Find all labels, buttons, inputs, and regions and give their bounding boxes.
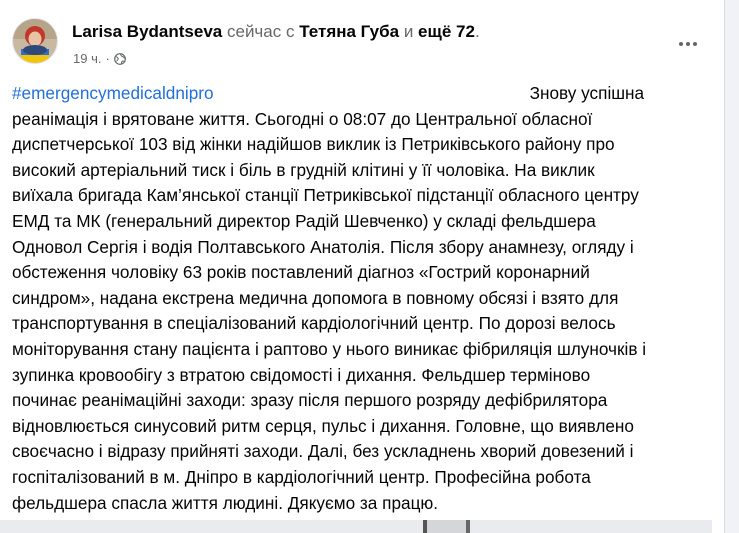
post-time[interactable]: 19 ч. — [73, 51, 101, 66]
post-media-preview[interactable] — [0, 520, 712, 533]
post-line: фельдшера спасла життя людині. Дякуємо з… — [12, 492, 439, 513]
author-avatar[interactable] — [12, 18, 58, 64]
tagged-others-label: ещё 72 — [418, 22, 475, 41]
more-options-icon — [679, 42, 683, 46]
post-line: реанімація і врятоване життя. Сьогодні о… — [12, 108, 593, 129]
post-line: Одновол Сергія і водія Полтавського Анат… — [12, 236, 634, 257]
hashtag-link[interactable]: #emergencymedicaldnipro — [12, 83, 214, 103]
tagged-person[interactable]: Тетяна Губа — [299, 22, 399, 41]
post-line: відновлюється синусовий ритм серця, пуль… — [12, 415, 634, 436]
meta-separator: · — [105, 51, 110, 66]
post-line: починає реанімаційні заходи: зразу після… — [12, 390, 608, 411]
media-detail — [427, 520, 467, 533]
post-line: диспетчерської 103 від жінки надійшов ви… — [12, 134, 615, 155]
post-line: транспортування в спеціалізований кардіо… — [12, 313, 616, 334]
author-name[interactable]: Larisa Bydantseva — [72, 22, 222, 41]
post-first-line: #emergencymedicaldnipro Знову успішна — [12, 81, 712, 107]
post-card: Larisa Bydantseva сейчас с Тетяна Губа и… — [0, 0, 725, 533]
media-detail — [466, 520, 470, 533]
post-line: ЕМД та МК (генеральний директор Радій Ше… — [12, 210, 596, 231]
avatar-image — [13, 19, 57, 63]
post-line: моніторування стану пацієнта і раптово у… — [12, 338, 647, 359]
header-period: . — [474, 22, 480, 41]
tagged-others-link[interactable]: ещё 72 — [418, 22, 475, 41]
status-text: сейчас с — [226, 22, 295, 41]
more-dot — [686, 42, 690, 46]
post-header: Larisa Bydantseva сейчас с Тетяна Губа и… — [72, 22, 480, 42]
post-line: своєчасно і відразу прийняті заходи. Дал… — [12, 441, 634, 462]
post-line: обстеження чоловіку 63 років поставлений… — [12, 262, 590, 283]
post-body: #emergencymedicaldnipro Знову успішна реа… — [12, 81, 712, 516]
post-line: Знову успішна — [529, 83, 645, 103]
post-line: зупинка кровообігу з втратою свідомості … — [12, 364, 591, 385]
more-options-button[interactable] — [670, 26, 706, 62]
and-text: и — [403, 22, 414, 41]
post-line: високий артеріальний тиск і біль в грудн… — [12, 159, 595, 180]
post-line: виїхала бригада Кам’янської станції Петр… — [12, 185, 639, 206]
globe-icon[interactable] — [113, 52, 126, 65]
more-dot — [693, 42, 697, 46]
post-meta: 19 ч. · — [73, 51, 126, 66]
post-line: синдром», надана екстрена медична допомо… — [12, 287, 619, 308]
post-line: госпіталізований в м. Дніпро в кардіолог… — [12, 466, 591, 487]
